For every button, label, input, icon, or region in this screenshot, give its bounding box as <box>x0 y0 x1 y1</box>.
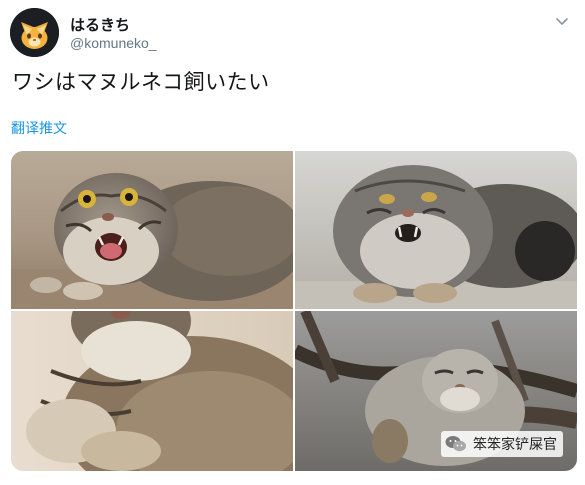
photo-1[interactable] <box>11 151 293 309</box>
photo-2[interactable] <box>295 151 577 309</box>
photo-3[interactable] <box>11 311 293 471</box>
wechat-icon <box>445 436 466 452</box>
photo-grid: 笨笨家铲屎官 <box>11 151 577 471</box>
user-handle[interactable]: @komuneko_ <box>70 35 157 51</box>
translate-tweet-link[interactable]: 翻译推文 <box>11 118 67 138</box>
watermark: 笨笨家铲屎官 <box>441 431 563 457</box>
tweet-header: はるきち @komuneko_ <box>10 8 575 60</box>
display-name[interactable]: はるきち <box>70 14 130 35</box>
avatar[interactable] <box>10 8 59 57</box>
chevron-down-icon[interactable] <box>553 12 571 30</box>
tweet-text: ワシはマヌルネコ飼いたい <box>12 70 270 94</box>
photo-4[interactable]: 笨笨家铲屎官 <box>295 311 577 471</box>
watermark-text: 笨笨家铲屎官 <box>473 437 557 453</box>
cat-face-icon <box>10 8 59 57</box>
